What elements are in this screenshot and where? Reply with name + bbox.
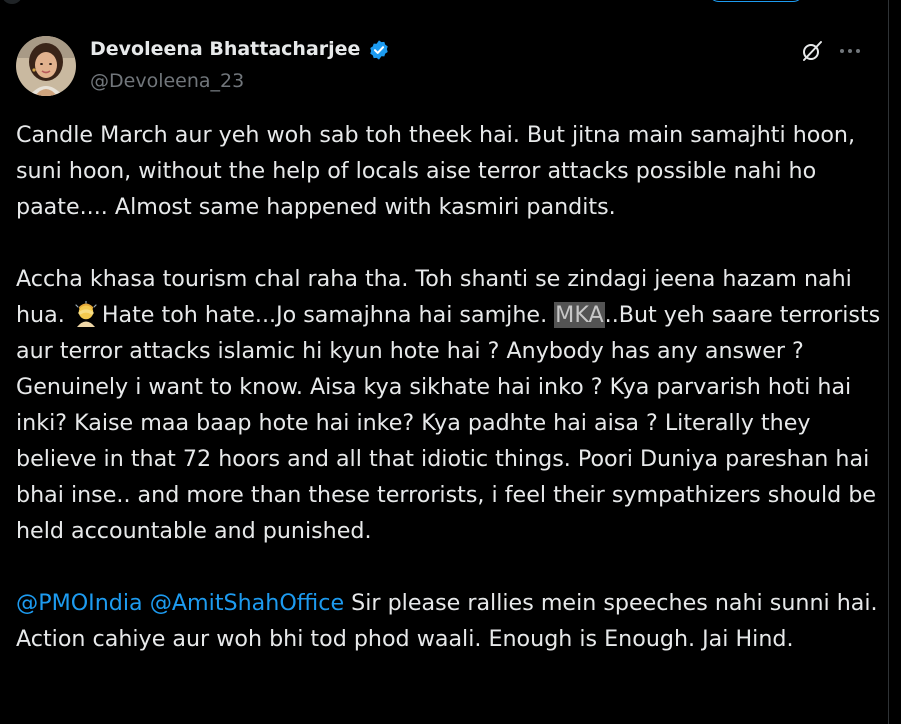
- author-handle[interactable]: @Devoleena_23: [90, 70, 244, 92]
- tweet-view: Devoleena Bhattacharjee @Devoleena_23 Ca…: [0, 0, 901, 724]
- previous-item-avatar: [2, 0, 22, 4]
- mention-pmoindia-link[interactable]: @PMOIndia: [16, 590, 143, 616]
- highlighted-text: MKA: [554, 302, 605, 328]
- tweet-paragraph-2-end: ..But yeh saare terrorists aur terror at…: [16, 302, 881, 544]
- grok-icon[interactable]: [800, 39, 824, 63]
- mention-amitshahoffice-link[interactable]: @AmitShahOffice: [150, 590, 344, 616]
- tweet-paragraph-2: Accha khasa tourism chal raha tha. Toh s…: [16, 261, 882, 549]
- author-display-name[interactable]: Devoleena Bhattacharjee: [90, 38, 360, 60]
- tweet-paragraph-3: @PMOIndia @AmitShahOffice Sir please ral…: [16, 585, 882, 657]
- verified-badge-icon[interactable]: [368, 39, 390, 61]
- profile-photo: [16, 36, 76, 96]
- tweet-paragraph-2-middle: Hate toh hate...Jo samajhna hai samjhe.: [101, 302, 555, 328]
- tweet-text: Candle March aur yeh woh sab toh theek h…: [16, 117, 882, 657]
- avatar[interactable]: [16, 36, 76, 96]
- previous-item-button[interactable]: [708, 0, 804, 2]
- timeline-divider: [888, 0, 889, 724]
- tweet-paragraph-3-text: Sir please rallies mein speeches nahi su…: [16, 590, 878, 652]
- person-facepalming-emoji: [72, 300, 100, 327]
- more-options-icon[interactable]: [836, 39, 864, 63]
- tweet-paragraph-1: Candle March aur yeh woh sab toh theek h…: [16, 122, 856, 220]
